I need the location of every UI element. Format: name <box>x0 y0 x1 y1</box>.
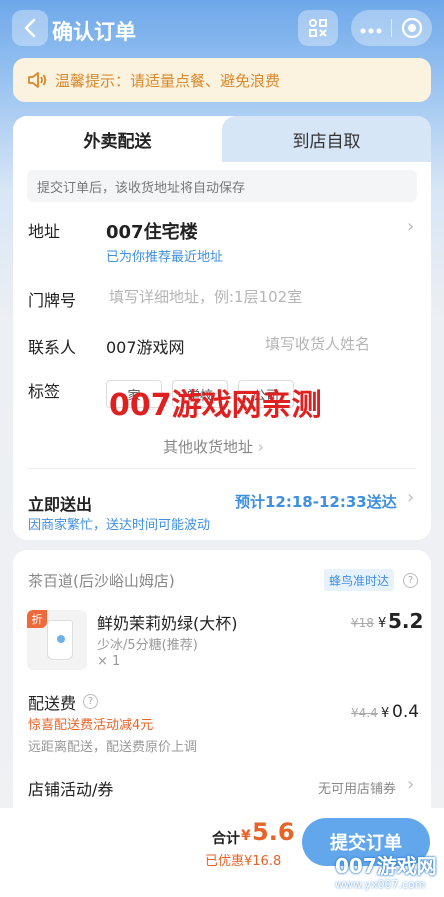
saved-amount: 已优惠¥16.8 <box>205 854 282 869</box>
discount-badge: 折 <box>27 610 47 628</box>
total-amount: 5.6 <box>252 818 295 846</box>
address-label: 地址 <box>28 222 61 241</box>
address-card: 外卖配送 到店自取 提交订单后，该收货地址将自动保存 地址 007住宅楼 已为你… <box>13 116 431 540</box>
product-price: 5.2 <box>388 609 424 633</box>
scan-icon <box>309 19 327 37</box>
watermark-url: www.yx007.com <box>335 878 426 891</box>
contact-name[interactable]: 007游戏网 <box>106 334 185 358</box>
product-name: 鲜奶茉莉奶绿(大杯) <box>97 614 238 633</box>
chevron-right-icon[interactable]: › <box>407 487 414 508</box>
delivery-busy-note: 因商家繁忙，送达时间可能波动 <box>28 518 211 533</box>
delivery-eta[interactable]: 预计12:18-12:33送达 <box>235 491 397 512</box>
tag-label: 标签 <box>28 382 61 401</box>
product-original-price: ¥18 <box>351 616 374 630</box>
contact-label: 联系人 <box>28 338 77 357</box>
warm-tip-banner: 温馨提示：请适量点餐、避免浪费 <box>13 58 431 102</box>
order-card: 茶百道(后沙峪山姆店) 蜂鸟准时达 ? 折 鲜奶茉莉奶绿(大杯) 少冰/5分糖(… <box>13 550 431 808</box>
store-promo-label: 店铺活动/券 <box>28 780 114 799</box>
product-price-currency: ¥ <box>378 616 387 631</box>
speaker-icon <box>28 72 47 88</box>
delivery-fee-promo: 惊喜配送费活动减4元 <box>28 718 154 733</box>
door-number-input[interactable]: 填写详细地址，例:1层102室 <box>109 286 302 307</box>
help-icon[interactable]: ? <box>403 573 418 588</box>
delivery-fee-value: 0.4 <box>392 702 420 722</box>
delivery-fee-label: 配送费 <box>28 694 77 713</box>
ellipsis-icon <box>360 28 382 33</box>
address-save-notice: 提交订单后，该收货地址将自动保存 <box>27 170 417 202</box>
back-button[interactable] <box>12 10 48 46</box>
door-number-label: 门牌号 <box>28 291 77 310</box>
tip-text: 温馨提示：请适量点餐、避免浪费 <box>55 71 281 90</box>
cup-image <box>47 620 73 660</box>
header: 确认订单 <box>0 0 444 58</box>
product-quantity: × 1 <box>97 654 121 669</box>
delivery-fee-currency: ¥ <box>381 706 390 721</box>
other-address-label: 其他收货地址 <box>163 438 254 456</box>
page-title: 确认订单 <box>52 20 136 44</box>
watermark-logo: 007游戏网 <box>335 854 437 878</box>
delivery-fee-note: 远距离配送，配送费原价上调 <box>28 740 198 755</box>
product-image: 折 <box>27 610 87 670</box>
total-label: 合计 <box>212 831 240 847</box>
chevron-right-icon[interactable]: › <box>407 216 414 237</box>
total-currency: ¥ <box>241 828 251 844</box>
delivery-fee-original: ¥4.4 <box>351 706 378 720</box>
store-name[interactable]: 茶百道(后沙峪山姆店) <box>28 570 175 591</box>
watermark-text: 007游戏网亲测 <box>109 388 322 423</box>
chevron-right-icon: › <box>257 438 264 456</box>
tab-delivery[interactable]: 外卖配送 <box>13 116 222 162</box>
target-icon <box>401 17 423 39</box>
deliver-now-label: 立即送出 <box>28 495 93 514</box>
store-coupon-value[interactable]: 无可用店铺券 <box>318 778 396 797</box>
mini-program-capsule <box>351 10 432 46</box>
other-address-link[interactable]: 其他收货地址 › <box>163 436 264 457</box>
fengniao-ontime-badge: 蜂鸟准时达 <box>324 569 395 591</box>
scan-button[interactable] <box>298 10 338 46</box>
bottom-bar: 合计 ¥ 5.6 已优惠¥16.8 提交订单 007游戏网 www.yx007.… <box>0 808 444 897</box>
contact-name-input[interactable]: 填写收货人姓名 <box>265 333 370 354</box>
help-icon[interactable]: ? <box>83 694 98 709</box>
address-name[interactable]: 007住宅楼 <box>106 218 198 244</box>
delivery-tabs: 外卖配送 到店自取 <box>13 116 431 162</box>
product-spec: 少冰/5分糖(推荐) <box>97 638 198 653</box>
divider <box>28 468 416 469</box>
more-button[interactable] <box>351 18 391 39</box>
chevron-left-icon <box>24 18 36 38</box>
chevron-right-icon[interactable]: › <box>407 774 414 795</box>
address-recommend-hint: 已为你推荐最近地址 <box>106 250 224 265</box>
close-button[interactable] <box>392 17 432 39</box>
tab-pickup[interactable]: 到店自取 <box>222 116 431 162</box>
